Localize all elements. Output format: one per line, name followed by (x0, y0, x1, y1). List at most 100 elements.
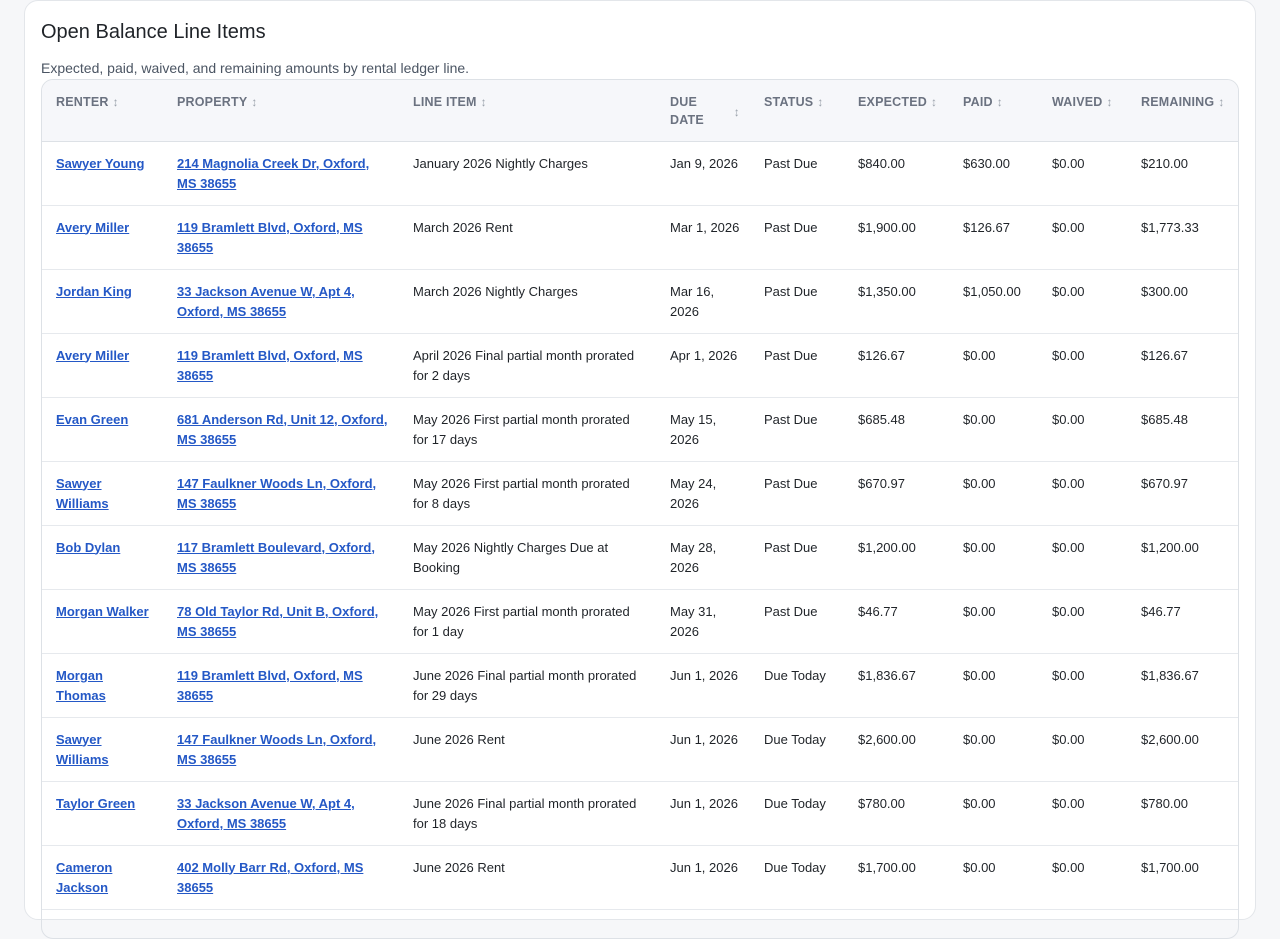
cell-expected: $840.00 (844, 141, 949, 206)
property-link[interactable]: 147 Faulkner Woods Ln, Oxford, MS 38655 (177, 476, 376, 511)
table-row: Jordan King 33 Jackson Avenue W, Apt 4, O… (42, 269, 1238, 334)
table-row: Morgan Walker 78 Old Taylor Rd, Unit B, O… (42, 589, 1238, 654)
line-items-table-wrap: RENTER ↕ PROPERTY ↕ LINE ITEM ↕ DUE DATE ↕ S… (41, 79, 1239, 939)
cell-expected: $1,700.00 (844, 845, 949, 910)
cell-line-item: May 2026 First partial month prorated fo… (399, 397, 656, 462)
renter-link[interactable]: Morgan Walker (56, 604, 149, 619)
cell-remaining: $1,773.33 (1127, 205, 1238, 270)
renter-link[interactable]: Cameron Jackson (56, 860, 112, 895)
column-header-property[interactable]: PROPERTY ↕ (163, 80, 399, 142)
cell-waived: $0.00 (1038, 589, 1127, 654)
cell-due-date: May 24, 2026 (656, 461, 750, 526)
renter-link[interactable]: Sawyer Williams (56, 476, 109, 511)
column-header-renter[interactable]: RENTER ↕ (42, 80, 163, 142)
cell-line-item: January 2026 Nightly Charges (399, 141, 656, 206)
cell-paid: $1,050.00 (949, 269, 1038, 334)
cell-expected: $1,836.67 (844, 653, 949, 718)
cell-line-item: June 2026 Final partial month prorated f… (399, 781, 656, 846)
cell-property: 214 Magnolia Creek Dr, Oxford, MS 38655 (163, 141, 399, 206)
column-header-remaining[interactable]: REMAINING ↕ (1127, 80, 1238, 142)
property-link[interactable]: 119 Bramlett Blvd, Oxford, MS 38655 (177, 348, 363, 383)
cell-waived: $0.00 (1038, 397, 1127, 462)
renter-link[interactable]: Taylor Green (56, 796, 135, 811)
column-header-status[interactable]: STATUS ↕ (750, 80, 844, 142)
cell-due-date: Jun 1, 2026 (656, 781, 750, 846)
cell-property: 117 Bramlett Boulevard, Oxford, MS 38655 (163, 525, 399, 590)
property-link[interactable]: 117 Bramlett Boulevard, Oxford, MS 38655 (177, 540, 375, 575)
property-link[interactable]: 78 Old Taylor Rd, Unit B, Oxford, MS 386… (177, 604, 378, 639)
property-link[interactable]: 33 Jackson Avenue W, Apt 4, Oxford, MS 3… (177, 284, 355, 319)
cell-due-date: Jun 1, 2026 (656, 717, 750, 782)
cell-due-date: Jun 1, 2026 (656, 845, 750, 910)
renter-link[interactable]: Avery Miller (56, 220, 129, 235)
property-link[interactable]: 402 Molly Barr Rd, Oxford, MS 38655 (177, 860, 363, 895)
cell-status: Due Today (750, 845, 844, 910)
cell-waived: $0.00 (1038, 525, 1127, 590)
cell-renter: Jordan King (42, 269, 163, 334)
property-link[interactable]: 214 Magnolia Creek Dr, Oxford, MS 38655 (177, 156, 369, 191)
cell-property: 78 Old Taylor Rd, Unit B, Oxford, MS 386… (163, 589, 399, 654)
renter-link[interactable]: Sawyer Young (56, 156, 144, 171)
cell-remaining: $685.48 (1127, 397, 1238, 462)
cell-renter: Morgan Thomas (42, 653, 163, 718)
sort-icon[interactable]: ↕ (481, 93, 487, 111)
renter-link[interactable]: Evan Green (56, 412, 128, 427)
cell-line-item: May 2026 First partial month prorated fo… (399, 589, 656, 654)
cell-property: 119 Bramlett Blvd, Oxford, MS 38655 (163, 653, 399, 718)
column-header-waived[interactable]: WAIVED ↕ (1038, 80, 1127, 142)
column-header-expected[interactable]: EXPECTED ↕ (844, 80, 949, 142)
cell-due-date: May 28, 2026 (656, 525, 750, 590)
cell-remaining: $210.00 (1127, 141, 1238, 206)
sort-icon[interactable]: ↕ (1218, 93, 1224, 111)
cell-renter: Evan Green (42, 397, 163, 462)
table-header-row: RENTER ↕ PROPERTY ↕ LINE ITEM ↕ DUE DATE ↕ S… (42, 80, 1238, 142)
property-link[interactable]: 119 Bramlett Blvd, Oxford, MS 38655 (177, 220, 363, 255)
cell-line-item: June 2026 Final partial month prorated f… (399, 653, 656, 718)
property-link[interactable]: 147 Faulkner Woods Ln, Oxford, MS 38655 (177, 732, 376, 767)
sort-icon[interactable]: ↕ (931, 93, 937, 111)
cell-status: Past Due (750, 589, 844, 654)
cell-status: Past Due (750, 333, 844, 398)
table-row: Evan Green 681 Anderson Rd, Unit 12, Oxfo… (42, 397, 1238, 462)
property-link[interactable]: 681 Anderson Rd, Unit 12, Oxford, MS 386… (177, 412, 387, 447)
sort-icon[interactable]: ↕ (997, 93, 1003, 111)
cell-property: 119 Bramlett Blvd, Oxford, MS 38655 (163, 205, 399, 270)
cell-paid: $630.00 (949, 141, 1038, 206)
renter-link[interactable]: Sawyer Williams (56, 732, 109, 767)
renter-link[interactable]: Jordan King (56, 284, 132, 299)
cell-property: 33 Jackson Avenue W, Apt 4, Oxford, MS 3… (163, 269, 399, 334)
cell-status: Past Due (750, 461, 844, 526)
cell-remaining: $46.77 (1127, 589, 1238, 654)
cell-expected: $780.00 (844, 781, 949, 846)
table-row: Avery Miller 119 Bramlett Blvd, Oxford, M… (42, 333, 1238, 398)
cell-expected: $1,900.00 (844, 205, 949, 270)
cell-status: Past Due (750, 525, 844, 590)
sort-icon[interactable]: ↕ (734, 103, 740, 129)
column-header-line-item[interactable]: LINE ITEM ↕ (399, 80, 656, 142)
sort-icon[interactable]: ↕ (1107, 93, 1113, 111)
renter-link[interactable]: Morgan Thomas (56, 668, 106, 703)
cell-due-date: May 31, 2026 (656, 589, 750, 654)
cell-waived: $0.00 (1038, 141, 1127, 206)
cell-waived: $0.00 (1038, 845, 1127, 910)
renter-link[interactable]: Avery Miller (56, 348, 129, 363)
cell-remaining: $300.00 (1127, 269, 1238, 334)
property-link[interactable]: 119 Bramlett Blvd, Oxford, MS 38655 (177, 668, 363, 703)
renter-link[interactable]: Bob Dylan (56, 540, 120, 555)
cell-due-date: Jun 1, 2026 (656, 653, 750, 718)
sort-icon[interactable]: ↕ (113, 93, 119, 111)
table-row: Taylor Green 33 Jackson Avenue W, Apt 4, … (42, 781, 1238, 846)
property-link[interactable]: 33 Jackson Avenue W, Apt 4, Oxford, MS 3… (177, 796, 355, 831)
cell-waived: $0.00 (1038, 717, 1127, 782)
cell-remaining: $126.67 (1127, 333, 1238, 398)
cell-waived: $0.00 (1038, 461, 1127, 526)
column-header-paid[interactable]: PAID ↕ (949, 80, 1038, 142)
column-header-due-date[interactable]: DUE DATE ↕ (656, 80, 750, 142)
sort-icon[interactable]: ↕ (817, 93, 823, 111)
cell-status: Due Today (750, 653, 844, 718)
sort-icon[interactable]: ↕ (251, 93, 257, 111)
table-row: Sawyer Williams 147 Faulkner Woods Ln, Ox… (42, 461, 1238, 526)
cell-paid: $0.00 (949, 461, 1038, 526)
table-row: Cameron Jackson 402 Molly Barr Rd, Oxford… (42, 845, 1238, 910)
cell-expected: $46.77 (844, 589, 949, 654)
